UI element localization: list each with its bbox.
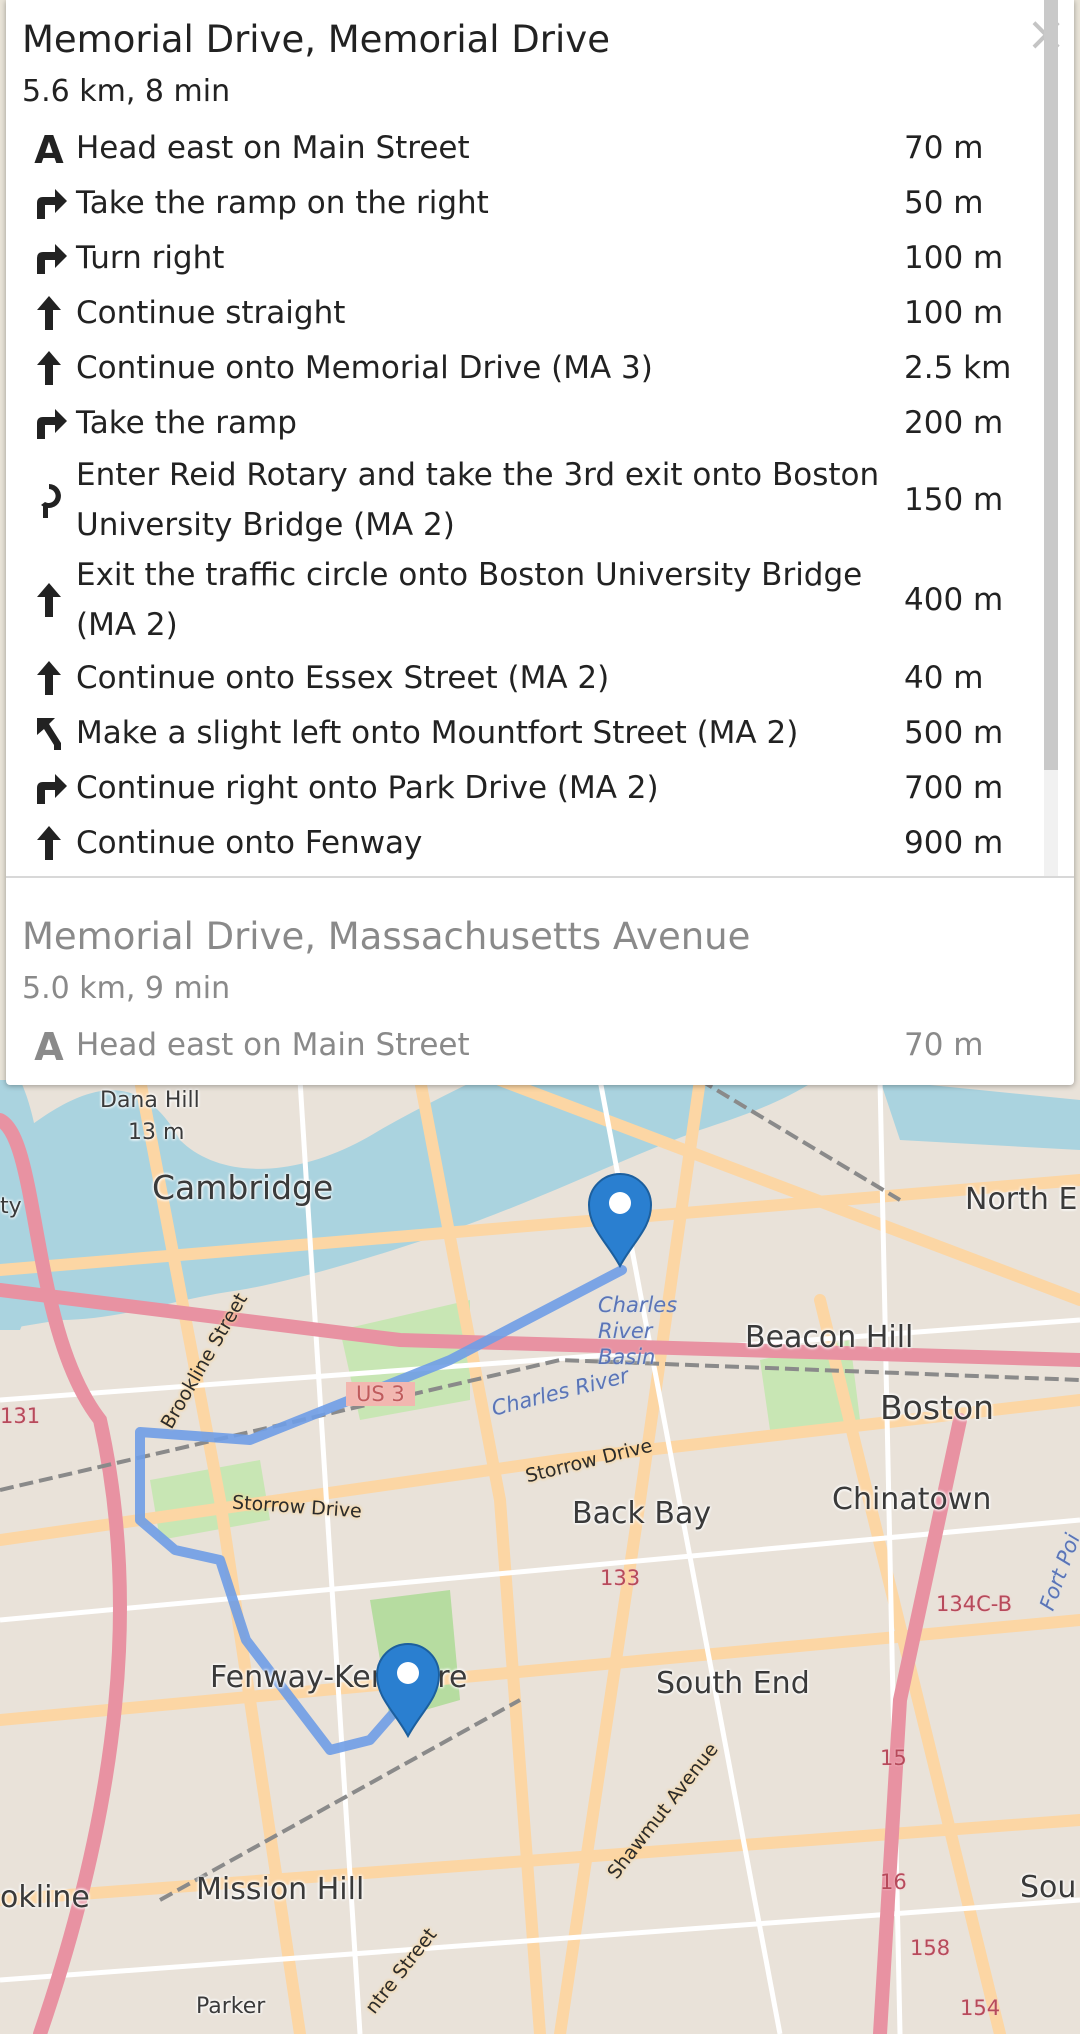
instruction-row[interactable]: Take the ramp on the right 50 m (22, 175, 1034, 230)
directions-panel: × Memorial Drive, Memorial Drive 5.6 km,… (6, 0, 1074, 1085)
turn-right-icon (22, 230, 76, 285)
instruction-text: Head east on Main Street (76, 1026, 470, 1063)
instruction-distance: 500 m (904, 714, 1004, 751)
instruction-distance: 100 m (904, 239, 1004, 276)
instruction-distance: 400 m (904, 582, 1004, 618)
turn-right-icon (22, 175, 76, 230)
svg-text:A: A (34, 128, 64, 168)
instruction-text: Head east on Main Street (76, 129, 470, 166)
map-label-brookline: okline (0, 1880, 90, 1915)
instruction-text: Exit the traffic circle onto Boston Univ… (76, 557, 863, 643)
slight-left-icon (22, 705, 76, 760)
map-shield-158: 158 (910, 1936, 951, 1960)
instruction-text: Continue right onto Park Drive (MA 2) (76, 769, 659, 806)
instruction-text: Take the ramp (76, 404, 297, 441)
map-label-beacon-hill: Beacon Hill (745, 1320, 914, 1355)
straight-icon (22, 815, 76, 870)
svg-text:A: A (34, 1025, 64, 1065)
map-label-south: Sou (1020, 1870, 1077, 1905)
instruction-text: Continue onto Fenway (76, 824, 423, 861)
instruction-row[interactable]: Enter Reid Rotary and take the 3rd exit … (22, 450, 1034, 550)
map-shield-15: 15 (880, 1746, 907, 1770)
instruction-text: Continue onto Essex Street (MA 2) (76, 659, 610, 696)
destination-marker-icon[interactable] (375, 1642, 441, 1738)
straight-icon (22, 285, 76, 340)
instruction-distance: 700 m (904, 769, 1004, 806)
instruction-distance: 2.5 km (904, 349, 1012, 386)
instruction-row[interactable]: Continue straight 100 m (22, 285, 1034, 340)
instruction-distance: 100 m (904, 294, 1004, 331)
map-label-ty: ty (0, 1194, 22, 1219)
instruction-text: Continue straight (76, 294, 346, 331)
instruction-text: Turn right (76, 239, 225, 276)
depart-icon: A (22, 120, 76, 175)
instruction-distance: 70 m (904, 1026, 984, 1063)
start-marker-icon[interactable] (587, 1172, 653, 1268)
route-alternative[interactable]: Memorial Drive, Massachusetts Avenue 5.0… (6, 877, 1058, 1085)
instruction-list: A Head east on Main Street 70 m (22, 1017, 1034, 1072)
map-shield-134cb: 134C-B (936, 1592, 1012, 1616)
instruction-distance: 70 m (904, 129, 984, 166)
map-label-dana-hill: Dana Hill (100, 1088, 200, 1113)
map-shield-131: 131 (0, 1404, 41, 1428)
straight-icon (22, 550, 76, 650)
instruction-text: Make a slight left onto Mountfort Street… (76, 714, 799, 751)
instruction-distance: 200 m (904, 404, 1004, 441)
map-shield-16: 16 (880, 1870, 907, 1894)
map-label-cambridge: Cambridge (152, 1168, 334, 1207)
straight-icon (22, 650, 76, 705)
route-title: Memorial Drive, Massachusetts Avenue (22, 915, 751, 958)
instruction-row[interactable]: Exit the traffic circle onto Boston Univ… (22, 550, 1034, 650)
scrollbar-thumb[interactable] (1044, 0, 1058, 770)
instruction-distance: 150 m (904, 482, 1004, 518)
instruction-row[interactable]: Continue right onto Park Drive (MA 2) 700… (22, 760, 1034, 815)
map-label-charles-river-basin: Charles River Basin (598, 1293, 678, 1369)
route-summary: 5.0 km, 9 min (22, 971, 231, 1006)
instruction-distance: 50 m (904, 184, 984, 221)
instruction-row[interactable]: Take the ramp 200 m (22, 395, 1034, 450)
map-label-boston: Boston (880, 1388, 995, 1427)
turn-right-icon (22, 395, 76, 450)
straight-icon (22, 340, 76, 395)
instruction-row[interactable]: Make a slight left onto Mountfort Street… (22, 705, 1034, 760)
map-label-south-end: South End (656, 1666, 810, 1701)
map-shield-133: 133 (600, 1566, 641, 1590)
map-label-north-end: North E (965, 1182, 1078, 1217)
map-shield-154: 154 (960, 1996, 1001, 2020)
map-label-back-bay: Back Bay (572, 1496, 712, 1531)
map-label-mission-hill: Mission Hill (196, 1872, 365, 1907)
instruction-row[interactable]: Turn right 100 m (22, 230, 1034, 285)
map-label-parker: Parker (196, 1994, 266, 2019)
turn-right-icon (22, 760, 76, 815)
route-alternative-selected[interactable]: Memorial Drive, Memorial Drive 5.6 km, 8… (6, 0, 1058, 876)
instruction-row[interactable]: Continue onto Fenway 900 m (22, 815, 1034, 870)
instruction-distance: 900 m (904, 824, 1004, 861)
map-label-dana-hill-elevation: 13 m (128, 1120, 185, 1145)
depart-icon: A (22, 1017, 76, 1072)
instruction-text: Enter Reid Rotary and take the 3rd exit … (76, 457, 880, 543)
instruction-row[interactable]: Continue onto Essex Street (MA 2) 40 m (22, 650, 1034, 705)
instruction-text: Continue onto Memorial Drive (MA 3) (76, 349, 653, 386)
route-title: Memorial Drive, Memorial Drive (22, 18, 610, 61)
roundabout-icon (22, 450, 76, 550)
instruction-text: Take the ramp on the right (76, 184, 489, 221)
instruction-row[interactable]: A Head east on Main Street 70 m (22, 120, 1034, 175)
map-shield-us3: US 3 (346, 1382, 415, 1406)
instruction-row[interactable]: Continue onto Memorial Drive (MA 3) 2.5 k… (22, 340, 1034, 395)
instruction-distance: 40 m (904, 659, 984, 696)
instruction-list: A Head east on Main Street 70 m Take the ra… (22, 120, 1034, 870)
instruction-row[interactable]: A Head east on Main Street 70 m (22, 1017, 1034, 1072)
route-summary: 5.6 km, 8 min (22, 74, 231, 109)
map-label-chinatown: Chinatown (832, 1482, 992, 1517)
